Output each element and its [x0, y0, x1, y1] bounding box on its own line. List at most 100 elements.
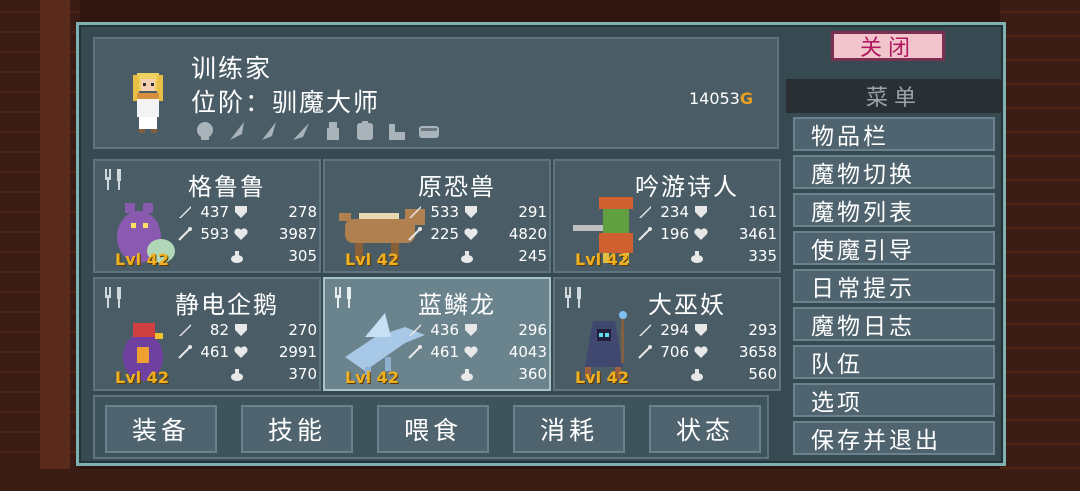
- monster-card[interactable]: 静电企鹅 82 270 461 2991 370 Lvl 42: [93, 277, 321, 391]
- mana-value: 305: [288, 247, 317, 265]
- shield-icon: [235, 206, 247, 218]
- sword-icon: [409, 324, 421, 336]
- health-value: 2991: [278, 343, 317, 361]
- defense-value: 291: [518, 203, 547, 221]
- wand-icon: [408, 345, 422, 359]
- mana-icon: [461, 369, 473, 381]
- mana-value: 560: [748, 365, 777, 383]
- wand-icon: [408, 227, 422, 241]
- gold-amount: 14053: [688, 89, 740, 108]
- health-value: 3461: [738, 225, 777, 243]
- badge-row: [193, 119, 441, 143]
- mana-value: 370: [288, 365, 317, 383]
- attack-value: 436: [430, 321, 459, 339]
- defense-value: 296: [518, 321, 547, 339]
- gold-display: 14053G: [689, 89, 753, 108]
- monster-level: Lvl 42: [115, 368, 169, 387]
- menu-title: 菜单: [786, 79, 1002, 113]
- attack-value: 437: [200, 203, 229, 221]
- wand-icon: [178, 345, 192, 359]
- badge-7-icon: [385, 119, 409, 143]
- monster-card[interactable]: 原恐兽 533 291 225 4820 245 Lvl 42: [323, 159, 551, 273]
- heart-icon: [694, 346, 708, 358]
- magic-value: 225: [430, 225, 459, 243]
- skills-button[interactable]: 技能: [241, 405, 353, 453]
- mana-icon: [231, 369, 243, 381]
- badge-1-icon: [193, 119, 217, 143]
- monster-card[interactable]: 吟游诗人 234 161 196 3461 335 Lvl 42: [553, 159, 781, 273]
- magic-value: 196: [660, 225, 689, 243]
- heart-icon: [234, 228, 248, 240]
- menu-item-inventory[interactable]: 物品栏: [793, 117, 995, 151]
- menu-item-party[interactable]: 队伍: [793, 345, 995, 379]
- action-bar: 装备 技能 喂食 消耗 状态: [93, 395, 769, 459]
- menu-window: 训练家 位阶：驯魔大师 14053G 格鲁鲁 437 278 593 3987 30…: [76, 22, 1006, 466]
- monster-stats: 82 270 461 2991 370: [177, 319, 317, 385]
- menu-item-monster-journal[interactable]: 魔物日志: [793, 307, 995, 341]
- monster-card[interactable]: 格鲁鲁 437 278 593 3987 305 Lvl 42: [93, 159, 321, 273]
- monster-level: Lvl 42: [115, 250, 169, 269]
- trainer-avatar: [133, 73, 163, 133]
- monster-level: Lvl 42: [575, 250, 629, 269]
- gold-unit: G: [739, 89, 753, 108]
- shield-icon: [465, 206, 477, 218]
- mana-value: 360: [518, 365, 547, 383]
- trainer-panel: 训练家 位阶：驯魔大师 14053G: [93, 37, 779, 149]
- magic-value: 461: [430, 343, 459, 361]
- menu-item-daily-tips[interactable]: 日常提示: [793, 269, 995, 303]
- heart-icon: [464, 228, 478, 240]
- consume-button[interactable]: 消耗: [513, 405, 625, 453]
- heart-icon: [464, 346, 478, 358]
- health-value: 3658: [738, 343, 777, 361]
- monster-stats: 436 296 461 4043 360: [407, 319, 547, 385]
- attack-value: 234: [660, 203, 689, 221]
- monster-stats: 437 278 593 3987 305: [177, 201, 317, 267]
- wand-icon: [178, 227, 192, 241]
- monster-stats: 294 293 706 3658 560: [637, 319, 777, 385]
- badge-5-icon: [321, 119, 345, 143]
- trainer-name: 训练家: [191, 54, 273, 83]
- background-right-wall: [1000, 0, 1080, 491]
- heart-icon: [234, 346, 248, 358]
- monster-level: Lvl 42: [345, 368, 399, 387]
- sword-icon: [409, 206, 421, 218]
- mana-icon: [691, 369, 703, 381]
- badge-2-icon: [225, 119, 249, 143]
- feed-button[interactable]: 喂食: [377, 405, 489, 453]
- close-button[interactable]: 关闭: [831, 31, 945, 61]
- menu-item-monster-list[interactable]: 魔物列表: [793, 193, 995, 227]
- health-value: 4043: [508, 343, 547, 361]
- sword-icon: [179, 324, 191, 336]
- mana-value: 245: [518, 247, 547, 265]
- sword-icon: [639, 324, 651, 336]
- menu-item-save-quit[interactable]: 保存并退出: [793, 421, 995, 455]
- badge-8-icon: [417, 119, 441, 143]
- magic-value: 593: [200, 225, 229, 243]
- menu-item-options[interactable]: 选项: [793, 383, 995, 417]
- menu-item-familiar-guide[interactable]: 使魔引导: [793, 231, 995, 265]
- status-button[interactable]: 状态: [649, 405, 761, 453]
- shield-icon: [235, 324, 247, 336]
- equip-button[interactable]: 装备: [105, 405, 217, 453]
- menu-item-monster-switch[interactable]: 魔物切换: [793, 155, 995, 189]
- defense-value: 161: [748, 203, 777, 221]
- monster-stats: 533 291 225 4820 245: [407, 201, 547, 267]
- defense-value: 270: [288, 321, 317, 339]
- heart-icon: [694, 228, 708, 240]
- shield-icon: [695, 324, 707, 336]
- background-top: [80, 0, 1000, 22]
- shield-icon: [465, 324, 477, 336]
- mana-value: 335: [748, 247, 777, 265]
- badge-6-icon: [353, 119, 377, 143]
- monster-level: Lvl 42: [575, 368, 629, 387]
- monster-card-selected[interactable]: 蓝鳞龙 436 296 461 4043 360 Lvl 42: [323, 277, 551, 391]
- health-value: 3987: [278, 225, 317, 243]
- defense-value: 293: [748, 321, 777, 339]
- trainer-rank: 位阶：驯魔大师: [191, 88, 381, 117]
- defense-value: 278: [288, 203, 317, 221]
- wand-icon: [638, 345, 652, 359]
- badge-4-icon: [289, 119, 313, 143]
- badge-3-icon: [257, 119, 281, 143]
- mana-icon: [461, 251, 473, 263]
- monster-card[interactable]: 大巫妖 294 293 706 3658 560 Lvl 42: [553, 277, 781, 391]
